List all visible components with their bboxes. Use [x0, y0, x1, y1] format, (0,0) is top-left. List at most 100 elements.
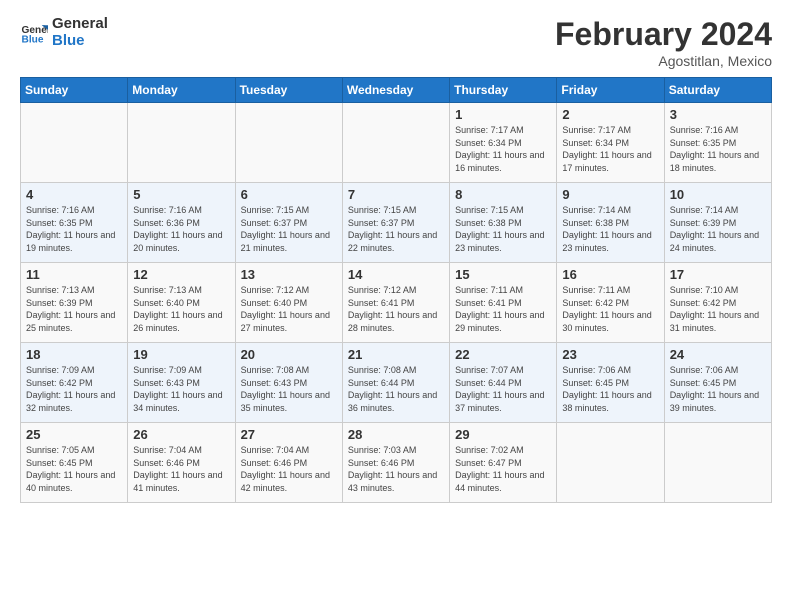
day-info: Sunrise: 7:11 AM Sunset: 6:42 PM Dayligh… [562, 284, 658, 334]
day-cell: 18Sunrise: 7:09 AM Sunset: 6:42 PM Dayli… [21, 343, 128, 423]
day-cell: 6 Sunrise: 7:15 AM Sunset: 6:37 PM Daylig… [235, 183, 342, 263]
day-number: 22 [455, 347, 551, 362]
day-number: 9 [562, 187, 658, 202]
day-info: Sunrise: 7:07 AM Sunset: 6:44 PM Dayligh… [455, 364, 551, 414]
day-cell: 28 Sunrise: 7:03 AM Sunset: 6:46 PM Dayli… [342, 423, 449, 503]
day-info: Sunrise: 7:08 AM Sunset: 6:43 PM Dayligh… [241, 364, 337, 414]
logo: General Blue General Blue [20, 16, 108, 49]
day-cell: 4 Sunrise: 7:16 AM Sunset: 6:35 PM Daylig… [21, 183, 128, 263]
week-row-3: 11 Sunrise: 7:13 AM Sunset: 6:39 PM Dayli… [21, 263, 772, 343]
day-cell: 7 Sunrise: 7:15 AM Sunset: 6:37 PM Daylig… [342, 183, 449, 263]
day-number: 17 [670, 267, 766, 282]
day-number: 23 [562, 347, 658, 362]
week-row-5: 25Sunrise: 7:05 AM Sunset: 6:45 PM Dayli… [21, 423, 772, 503]
day-cell [342, 103, 449, 183]
day-info: Sunrise: 7:15 AM Sunset: 6:37 PM Dayligh… [241, 204, 337, 254]
day-info: Sunrise: 7:11 AM Sunset: 6:41 PM Dayligh… [455, 284, 551, 334]
day-cell: 29 Sunrise: 7:02 AM Sunset: 6:47 PM Dayli… [450, 423, 557, 503]
day-number: 6 [241, 187, 337, 202]
day-number: 16 [562, 267, 658, 282]
day-number: 13 [241, 267, 337, 282]
col-header-tuesday: Tuesday [235, 78, 342, 103]
title-block: February 2024 Agostitlan, Mexico [555, 16, 772, 69]
day-info: Sunrise: 7:15 AM Sunset: 6:38 PM Dayligh… [455, 204, 551, 254]
day-cell: 8 Sunrise: 7:15 AM Sunset: 6:38 PM Daylig… [450, 183, 557, 263]
day-cell: 23 Sunrise: 7:06 AM Sunset: 6:45 PM Dayli… [557, 343, 664, 423]
day-cell [557, 423, 664, 503]
day-cell [664, 423, 771, 503]
day-info: Sunrise: 7:05 AM Sunset: 6:45 PM Dayligh… [26, 444, 122, 494]
day-cell: 25Sunrise: 7:05 AM Sunset: 6:45 PM Dayli… [21, 423, 128, 503]
day-cell: 26 Sunrise: 7:04 AM Sunset: 6:46 PM Dayli… [128, 423, 235, 503]
header-row: SundayMondayTuesdayWednesdayThursdayFrid… [21, 78, 772, 103]
day-info: Sunrise: 7:06 AM Sunset: 6:45 PM Dayligh… [670, 364, 766, 414]
day-number: 14 [348, 267, 444, 282]
day-info: Sunrise: 7:17 AM Sunset: 6:34 PM Dayligh… [455, 124, 551, 174]
logo-general: General [52, 16, 108, 33]
week-row-4: 18Sunrise: 7:09 AM Sunset: 6:42 PM Dayli… [21, 343, 772, 423]
logo-icon: General Blue [20, 19, 48, 47]
day-info: Sunrise: 7:13 AM Sunset: 6:39 PM Dayligh… [26, 284, 122, 334]
day-number: 28 [348, 427, 444, 442]
day-cell: 3Sunrise: 7:16 AM Sunset: 6:35 PM Daylig… [664, 103, 771, 183]
day-number: 18 [26, 347, 122, 362]
day-cell: 10 Sunrise: 7:14 AM Sunset: 6:39 PM Dayli… [664, 183, 771, 263]
day-info: Sunrise: 7:13 AM Sunset: 6:40 PM Dayligh… [133, 284, 229, 334]
day-number: 3 [670, 107, 766, 122]
day-number: 21 [348, 347, 444, 362]
day-info: Sunrise: 7:15 AM Sunset: 6:37 PM Dayligh… [348, 204, 444, 254]
day-cell: 12 Sunrise: 7:13 AM Sunset: 6:40 PM Dayli… [128, 263, 235, 343]
day-number: 8 [455, 187, 551, 202]
day-number: 7 [348, 187, 444, 202]
day-number: 5 [133, 187, 229, 202]
day-info: Sunrise: 7:14 AM Sunset: 6:38 PM Dayligh… [562, 204, 658, 254]
day-info: Sunrise: 7:12 AM Sunset: 6:40 PM Dayligh… [241, 284, 337, 334]
day-cell: 2Sunrise: 7:17 AM Sunset: 6:34 PM Daylig… [557, 103, 664, 183]
day-info: Sunrise: 7:08 AM Sunset: 6:44 PM Dayligh… [348, 364, 444, 414]
day-number: 20 [241, 347, 337, 362]
day-cell: 15 Sunrise: 7:11 AM Sunset: 6:41 PM Dayli… [450, 263, 557, 343]
day-info: Sunrise: 7:10 AM Sunset: 6:42 PM Dayligh… [670, 284, 766, 334]
col-header-thursday: Thursday [450, 78, 557, 103]
day-cell [235, 103, 342, 183]
day-cell: 11 Sunrise: 7:13 AM Sunset: 6:39 PM Dayli… [21, 263, 128, 343]
svg-text:Blue: Blue [22, 34, 44, 45]
col-header-friday: Friday [557, 78, 664, 103]
day-cell: 16 Sunrise: 7:11 AM Sunset: 6:42 PM Dayli… [557, 263, 664, 343]
logo-blue: Blue [52, 33, 108, 50]
day-cell [21, 103, 128, 183]
day-number: 19 [133, 347, 229, 362]
day-number: 24 [670, 347, 766, 362]
day-number: 10 [670, 187, 766, 202]
day-info: Sunrise: 7:04 AM Sunset: 6:46 PM Dayligh… [133, 444, 229, 494]
col-header-monday: Monday [128, 78, 235, 103]
day-number: 12 [133, 267, 229, 282]
day-cell: 19Sunrise: 7:09 AM Sunset: 6:43 PM Dayli… [128, 343, 235, 423]
day-cell: 9 Sunrise: 7:14 AM Sunset: 6:38 PM Daylig… [557, 183, 664, 263]
day-info: Sunrise: 7:06 AM Sunset: 6:45 PM Dayligh… [562, 364, 658, 414]
day-info: Sunrise: 7:16 AM Sunset: 6:36 PM Dayligh… [133, 204, 229, 254]
location: Agostitlan, Mexico [555, 53, 772, 69]
day-number: 1 [455, 107, 551, 122]
month-title: February 2024 [555, 16, 772, 53]
day-cell [128, 103, 235, 183]
day-number: 4 [26, 187, 122, 202]
day-number: 15 [455, 267, 551, 282]
day-cell: 1 Sunrise: 7:17 AM Sunset: 6:34 PM Daylig… [450, 103, 557, 183]
day-info: Sunrise: 7:14 AM Sunset: 6:39 PM Dayligh… [670, 204, 766, 254]
calendar-page: General Blue General Blue February 2024 … [0, 0, 792, 513]
day-number: 29 [455, 427, 551, 442]
col-header-sunday: Sunday [21, 78, 128, 103]
day-info: Sunrise: 7:16 AM Sunset: 6:35 PM Dayligh… [26, 204, 122, 254]
day-cell: 5 Sunrise: 7:16 AM Sunset: 6:36 PM Daylig… [128, 183, 235, 263]
day-cell: 13 Sunrise: 7:12 AM Sunset: 6:40 PM Dayli… [235, 263, 342, 343]
day-number: 11 [26, 267, 122, 282]
header: General Blue General Blue February 2024 … [20, 16, 772, 69]
day-cell: 27Sunrise: 7:04 AM Sunset: 6:46 PM Dayli… [235, 423, 342, 503]
day-cell: 14Sunrise: 7:12 AM Sunset: 6:41 PM Dayli… [342, 263, 449, 343]
day-cell: 24 Sunrise: 7:06 AM Sunset: 6:45 PM Dayli… [664, 343, 771, 423]
day-cell: 17 Sunrise: 7:10 AM Sunset: 6:42 PM Dayli… [664, 263, 771, 343]
day-info: Sunrise: 7:03 AM Sunset: 6:46 PM Dayligh… [348, 444, 444, 494]
day-info: Sunrise: 7:02 AM Sunset: 6:47 PM Dayligh… [455, 444, 551, 494]
day-number: 26 [133, 427, 229, 442]
